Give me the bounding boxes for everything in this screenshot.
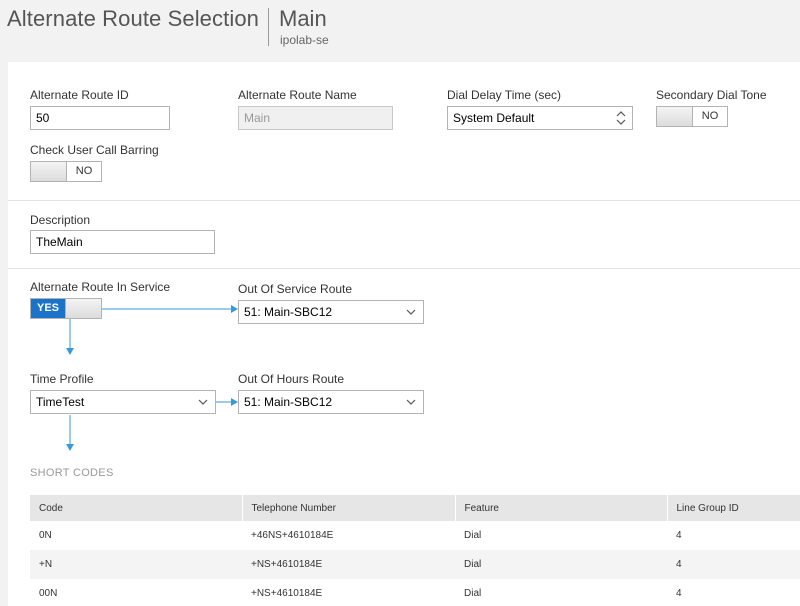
cell-code: 00N [39,588,58,599]
description-label: Description [30,213,91,227]
spinner-icon[interactable] [616,109,626,127]
column-header-line-group-id[interactable]: Line Group ID [667,495,800,521]
in-service-toggle[interactable]: YES [30,298,102,319]
toggle-state: NO [75,165,93,177]
chevron-down-icon [406,399,416,405]
table-row[interactable]: 0N +46NS+4610184E Dial 4 [30,521,800,550]
toggle-state: YES [31,299,65,318]
time-profile-label: Time Profile [30,372,94,386]
toggle-knob [31,162,67,181]
time-profile-value: TimeTest [36,395,85,409]
check-call-barring-toggle[interactable]: NO [30,161,102,182]
arrow-right-icon [102,305,238,313]
toggle-knob [657,107,693,126]
time-profile-select[interactable]: TimeTest [30,390,216,414]
alt-route-id-label: Alternate Route ID [30,88,129,102]
cell-line-group-id: 4 [676,588,682,599]
dial-delay-select[interactable]: System Default [447,106,633,130]
table-header-row: Code Telephone Number Feature Line Group… [30,495,800,521]
cell-feature: Dial [455,550,667,579]
cell-feature: Dial [464,530,482,541]
out-of-service-route-value: 51: Main-SBC12 [244,305,333,319]
record-name: Main [279,6,327,31]
cell-feature: Dial [464,588,482,599]
title-divider [268,8,269,46]
form-panel: Alternate Route ID 50 Alternate Route Na… [8,62,800,606]
out-of-hours-route-label: Out Of Hours Route [238,372,345,386]
out-of-hours-route-value: 51: Main-SBC12 [244,395,333,409]
cell-telephone-number: +NS+4610184E [242,550,455,579]
table-row[interactable]: 00N +NS+4610184E Dial 4 [30,579,800,606]
page-header: Alternate Route Selection Main ipolab-se [0,0,800,56]
secondary-dial-tone-label: Secondary Dial Tone [656,88,767,102]
toggle-state: NO [701,110,719,122]
column-header-code[interactable]: Code [30,495,243,521]
section-divider [8,200,800,201]
out-of-service-route-label: Out Of Service Route [238,282,353,296]
short-codes-title: SHORT CODES [30,467,114,479]
cell-line-group-id: 4 [667,550,800,579]
check-call-barring-label: Check User Call Barring [30,143,159,157]
chevron-down-icon [406,309,416,315]
secondary-dial-tone-toggle[interactable]: NO [656,106,728,127]
record-system: ipolab-se [280,33,329,47]
arrow-down-icon [66,319,74,355]
page-title: Alternate Route Selection [7,6,259,31]
cell-code: +N [30,550,242,579]
arrow-right-icon [216,398,238,406]
short-codes-table: Code Telephone Number Feature Line Group… [30,495,800,606]
arrow-down-icon [66,415,74,451]
column-header-feature[interactable]: Feature [455,495,668,521]
in-service-label: Alternate Route In Service [30,280,171,294]
alt-route-name-input: Main [238,106,393,130]
table-row[interactable]: +N +NS+4610184E Dial 4 [30,550,800,579]
description-input[interactable]: TheMain [30,230,215,254]
dial-delay-label: Dial Delay Time (sec) [447,88,562,102]
chevron-down-icon [198,399,208,405]
out-of-service-route-select[interactable]: 51: Main-SBC12 [238,300,424,324]
cell-telephone-number: +NS+4610184E [251,588,323,599]
alt-route-id-input[interactable]: 50 [30,106,170,130]
toggle-knob [65,299,101,318]
section-divider [8,268,800,269]
cell-code: 0N [39,530,52,541]
cell-line-group-id: 4 [676,530,682,541]
dial-delay-value: System Default [453,111,535,125]
out-of-hours-route-select[interactable]: 51: Main-SBC12 [238,390,424,414]
alt-route-name-label: Alternate Route Name [238,88,357,102]
cell-telephone-number: +46NS+4610184E [251,530,334,541]
column-header-telephone-number[interactable]: Telephone Number [242,495,456,521]
